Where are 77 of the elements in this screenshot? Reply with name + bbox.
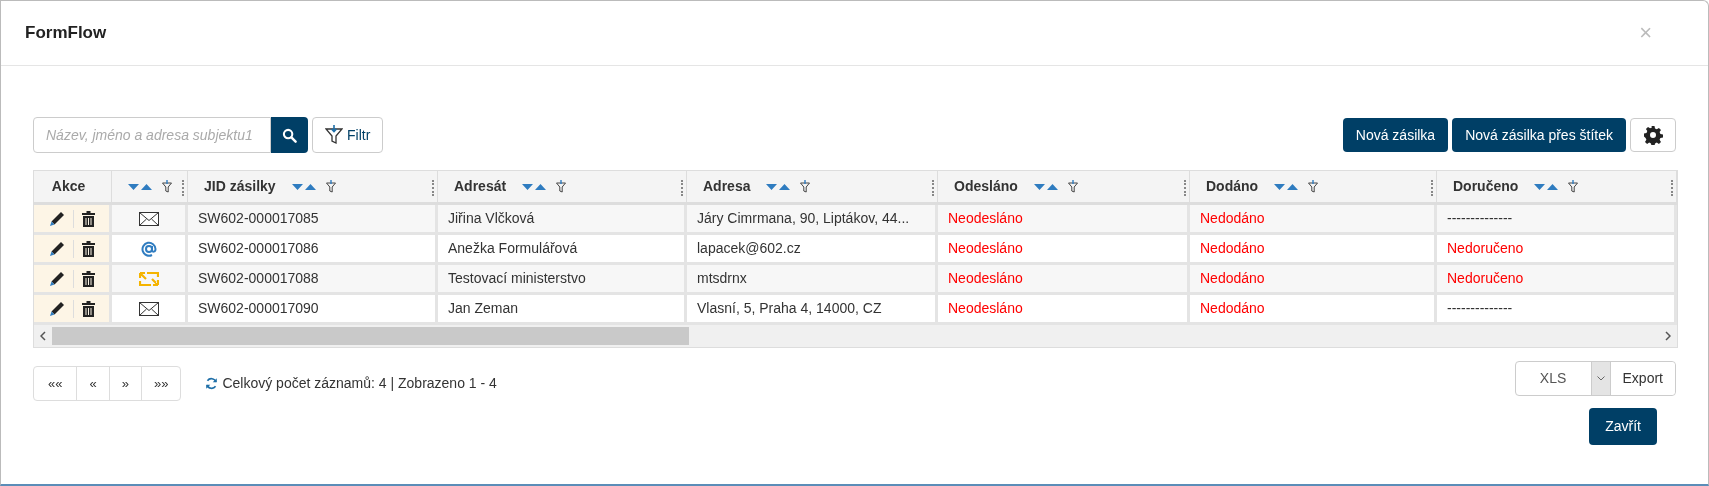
column-header: Dodáno xyxy=(1206,177,1259,196)
status-cell-text: Nedoručeno xyxy=(1447,239,1524,258)
table-cell-text: SW602-000017090 xyxy=(198,299,319,318)
table-cell-text: -------------- xyxy=(1447,209,1513,228)
column-header: Akce xyxy=(51,177,86,196)
settings-icon xyxy=(1643,125,1663,145)
record-count: Celkový počet záznamů: 4 | Zobrazeno 1 - 4 xyxy=(222,374,497,393)
status-cell-text: Neodesláno xyxy=(948,239,1023,258)
table-cell-text: Jiřina Vlčková xyxy=(448,209,535,228)
column-header: Odesláno xyxy=(954,177,1018,196)
status-cell-text: Nedoručeno xyxy=(1447,269,1524,288)
window-title: FormFlow xyxy=(25,22,107,45)
filter-icon xyxy=(325,125,343,145)
status-cell-text: Nedodáno xyxy=(1200,239,1265,258)
table-cell-text: Anežka Formulářová xyxy=(448,239,578,258)
table-cell-text: Vlasní, 5, Praha 4, 14000, CZ xyxy=(697,299,882,318)
table-cell-text: Testovací ministerstvo xyxy=(448,269,586,288)
search-icon xyxy=(282,127,297,143)
new-shipment-button[interactable]: Nová zásilka xyxy=(1342,118,1449,152)
trash-icon[interactable] xyxy=(81,270,95,287)
status-cell-text: Nedodáno xyxy=(1200,269,1265,288)
table-cell-text: Járy Cimrmana, 90, Liptákov, 44... xyxy=(697,209,910,228)
status-cell-text: Nedodáno xyxy=(1200,299,1265,318)
close-dialog-button[interactable]: Zavřít xyxy=(1589,408,1657,445)
page-button[interactable]: «« xyxy=(34,367,77,400)
edit-icon[interactable] xyxy=(48,270,65,287)
column-header: Adresa xyxy=(703,177,751,196)
column-filter-icon[interactable] xyxy=(161,180,172,193)
column-filter-icon[interactable] xyxy=(325,180,336,193)
table-cell-text: lapacek@602.cz xyxy=(697,239,801,258)
status-cell-text: Neodesláno xyxy=(948,209,1023,228)
new-shipment-button[interactable]: Nová zásilka přes štítek xyxy=(1452,118,1626,152)
refresh-icon[interactable] xyxy=(205,377,219,390)
table-cell-text: -------------- xyxy=(1447,299,1513,318)
column-filter-icon[interactable] xyxy=(800,180,811,193)
table-cell-text: SW602-000017085 xyxy=(198,209,319,228)
scroll-left-icon[interactable] xyxy=(40,331,46,341)
envelope-icon xyxy=(138,301,159,316)
column-filter-icon[interactable] xyxy=(1308,180,1319,193)
column-header: JID zásilky xyxy=(204,177,276,196)
status-cell-text: Neodesláno xyxy=(948,299,1023,318)
table-cell-text: Jan Zeman xyxy=(448,299,519,318)
sort-icon[interactable] xyxy=(291,182,318,191)
scrollbar-thumb[interactable] xyxy=(52,327,689,345)
page-button[interactable]: « xyxy=(76,367,109,400)
scroll-right-icon[interactable] xyxy=(1665,331,1671,341)
page-button[interactable]: »» xyxy=(140,367,181,400)
edit-icon[interactable] xyxy=(48,300,65,317)
status-cell-text: Nedodáno xyxy=(1200,209,1265,228)
table-cell-text: mtsdrnx xyxy=(697,269,747,288)
sort-icon[interactable] xyxy=(522,182,549,191)
page-button[interactable]: » xyxy=(108,367,141,400)
column-filter-icon[interactable] xyxy=(556,180,567,193)
trash-icon[interactable] xyxy=(81,210,95,227)
table-cell-text: SW602-000017088 xyxy=(198,269,319,288)
sort-icon[interactable] xyxy=(1274,182,1301,191)
edit-icon[interactable] xyxy=(48,240,65,257)
trash-icon[interactable] xyxy=(81,300,95,317)
search-button[interactable] xyxy=(271,117,308,153)
settings-button[interactable] xyxy=(1630,118,1676,152)
search-field[interactable]: Název, jméno a adresa subjektu1 xyxy=(33,117,271,153)
sort-icon[interactable] xyxy=(1033,182,1060,191)
trash-icon[interactable] xyxy=(81,240,95,257)
sort-icon[interactable] xyxy=(766,182,793,191)
status-cell-text: Neodesláno xyxy=(948,269,1023,288)
column-header: Adresát xyxy=(454,177,507,196)
filter-button[interactable]: Filtr xyxy=(312,117,384,153)
at-sign-icon xyxy=(139,239,158,258)
envelope-arrows-icon xyxy=(138,271,159,286)
sort-icon[interactable] xyxy=(1534,182,1561,191)
column-filter-icon[interactable] xyxy=(1067,180,1078,193)
envelope-icon xyxy=(138,211,159,226)
table-cell-text: SW602-000017086 xyxy=(198,239,319,258)
column-filter-icon[interactable] xyxy=(1568,180,1579,193)
column-header: Doručeno xyxy=(1453,177,1519,196)
sort-icon[interactable] xyxy=(127,182,154,191)
edit-icon[interactable] xyxy=(48,210,65,227)
